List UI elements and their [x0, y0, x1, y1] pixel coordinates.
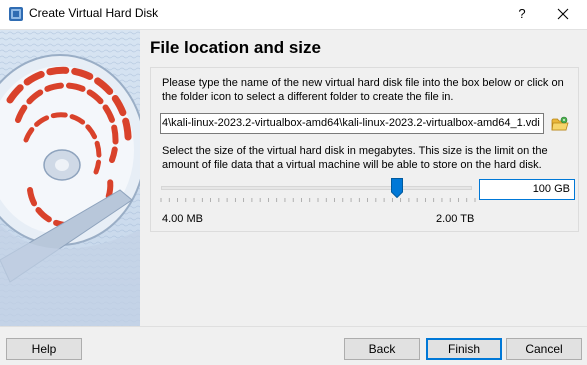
cancel-button[interactable]: Cancel — [506, 338, 582, 360]
back-button[interactable]: Back — [344, 338, 420, 360]
finish-button[interactable]: Finish — [426, 338, 502, 360]
virtualbox-app-icon — [9, 7, 23, 21]
size-slider-thumb[interactable] — [391, 178, 404, 198]
page-title: File location and size — [150, 38, 321, 57]
size-slider-track[interactable] — [161, 186, 472, 190]
title-bar: Create Virtual Hard Disk ? — [0, 0, 587, 30]
close-icon[interactable] — [548, 2, 578, 26]
file-path-input[interactable]: 4\kali-linux-2023.2-virtualbox-amd64\kal… — [160, 113, 544, 134]
location-description: Please type the name of the new virtual … — [162, 77, 564, 103]
window-title: Create Virtual Hard Disk — [29, 6, 159, 20]
hard-disk-illustration — [0, 30, 140, 327]
size-description: Select the size of the virtual hard disk… — [162, 145, 548, 171]
help-button[interactable]: Help — [6, 338, 82, 360]
size-min-label: 4.00 MB — [162, 213, 203, 225]
slider-ticks — [160, 198, 476, 202]
size-input[interactable]: 100 GB — [479, 179, 575, 200]
folder-browse-icon[interactable] — [551, 115, 569, 133]
context-help-button[interactable]: ? — [512, 4, 532, 24]
size-max-label: 2.00 TB — [436, 213, 475, 225]
